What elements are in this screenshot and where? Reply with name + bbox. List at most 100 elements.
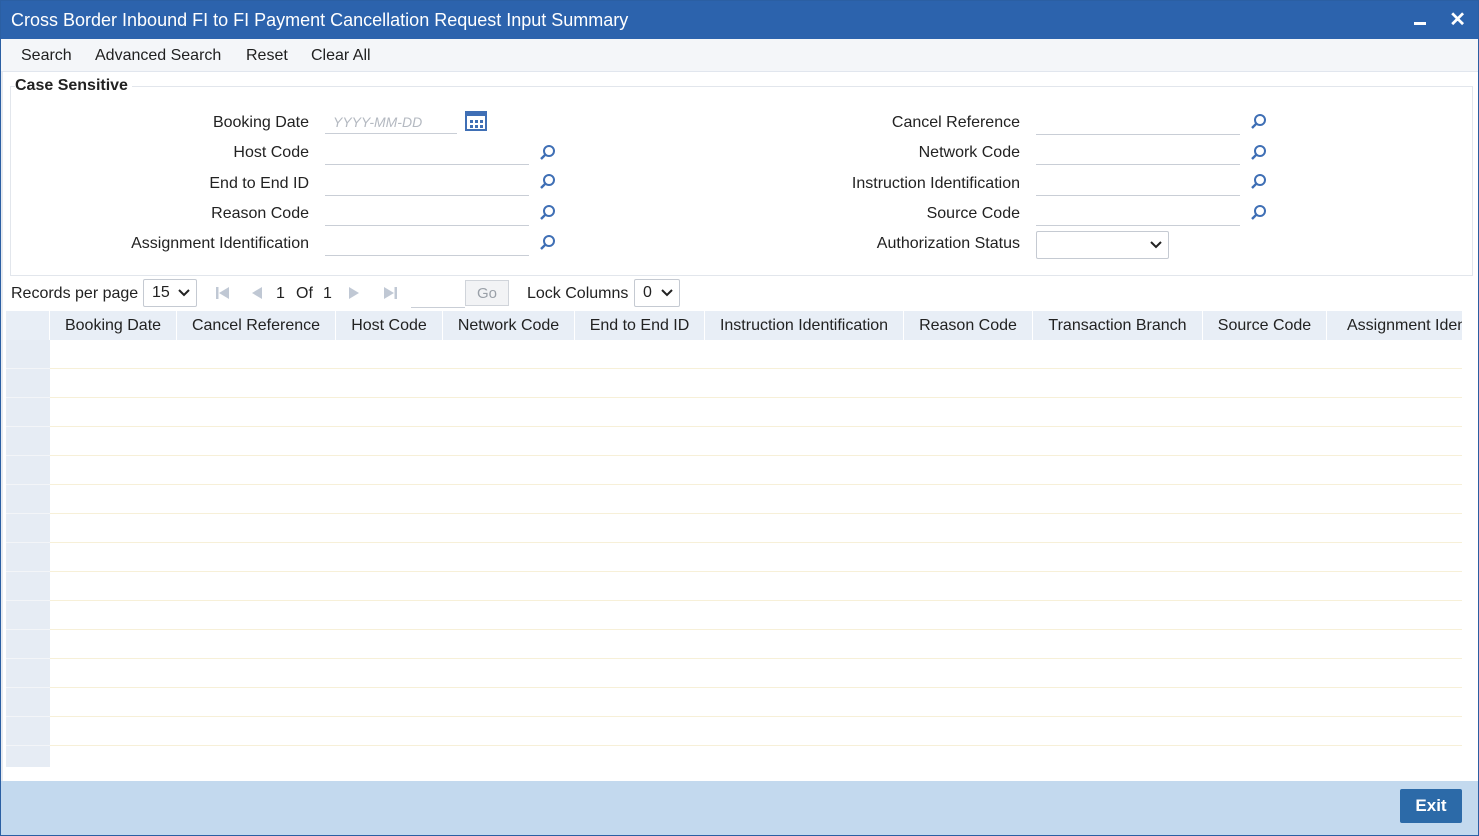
lock-columns-select[interactable]: 0 xyxy=(634,279,680,307)
chevron-down-icon xyxy=(1150,241,1162,249)
column-header-end-to-end-id[interactable]: End to End ID xyxy=(575,311,705,340)
table-row[interactable] xyxy=(50,456,1462,485)
row-select-cell[interactable] xyxy=(6,543,50,572)
table-row[interactable] xyxy=(50,630,1462,659)
end-to-end-id-search-icon[interactable] xyxy=(539,173,557,191)
assignment-identification-search-icon[interactable] xyxy=(539,234,557,252)
instruction-identification-label: Instruction Identification xyxy=(851,175,1020,192)
column-header-cancel-reference[interactable]: Cancel Reference xyxy=(177,311,336,340)
cancel-reference-search-icon[interactable] xyxy=(1250,113,1268,131)
reason-code-input[interactable] xyxy=(325,202,529,226)
page-number-input[interactable] xyxy=(411,281,465,308)
booking-date-input[interactable] xyxy=(325,110,457,134)
assignment-identification-label: Assignment Identification xyxy=(131,235,309,252)
cancel-reference-input[interactable] xyxy=(1036,111,1240,135)
summary-window: Cross Border Inbound FI to FI Payment Ca… xyxy=(0,0,1479,836)
go-button[interactable]: Go xyxy=(465,280,509,306)
row-select-cell[interactable] xyxy=(6,427,50,456)
case-sensitive-legend: Case Sensitive xyxy=(15,77,132,95)
vertical-scrollbar[interactable] xyxy=(1462,311,1476,767)
close-icon: ✕ xyxy=(1449,9,1466,31)
first-page-icon[interactable] xyxy=(215,285,231,301)
authorization-status-select[interactable] xyxy=(1036,231,1169,259)
column-header-instruction-identification[interactable]: Instruction Identification xyxy=(705,311,904,340)
column-header-booking-date[interactable]: Booking Date xyxy=(50,311,177,340)
host-code-search-icon[interactable] xyxy=(539,144,557,162)
reason-code-search-icon[interactable] xyxy=(539,204,557,222)
source-code-input[interactable] xyxy=(1036,202,1240,226)
next-page-icon[interactable] xyxy=(346,285,362,301)
network-code-search-icon[interactable] xyxy=(1250,144,1268,162)
column-header-network-code[interactable]: Network Code xyxy=(443,311,575,340)
column-header-reason-code[interactable]: Reason Code xyxy=(904,311,1033,340)
row-select-cell[interactable] xyxy=(6,659,50,688)
row-select-cell[interactable] xyxy=(6,514,50,543)
table-row[interactable] xyxy=(50,572,1462,601)
minimize-button[interactable] xyxy=(1414,7,1426,33)
network-code-input[interactable] xyxy=(1036,141,1240,165)
row-select-cell[interactable] xyxy=(6,485,50,514)
table-row[interactable] xyxy=(50,514,1462,543)
exit-button[interactable]: Exit xyxy=(1400,789,1462,823)
previous-page-icon[interactable] xyxy=(249,285,265,301)
source-code-label: Source Code xyxy=(926,205,1020,222)
lock-columns-value: 0 xyxy=(643,284,652,301)
row-select-cell[interactable] xyxy=(6,456,50,485)
row-select-cell[interactable] xyxy=(6,369,50,398)
table-row[interactable] xyxy=(50,543,1462,572)
title-bar: Cross Border Inbound FI to FI Payment Ca… xyxy=(1,1,1478,39)
minimize-icon xyxy=(1414,22,1426,26)
left-edge xyxy=(1,39,3,781)
reason-code-label: Reason Code xyxy=(211,205,309,222)
grid-header: Booking Date Cancel Reference Host Code … xyxy=(6,311,1462,340)
row-select-cell[interactable] xyxy=(6,572,50,601)
total-pages: 1 xyxy=(323,285,332,302)
search-button[interactable]: Search xyxy=(21,47,72,65)
close-button[interactable]: ✕ xyxy=(1449,7,1466,33)
instruction-identification-search-icon[interactable] xyxy=(1250,173,1268,191)
row-select-cell[interactable] xyxy=(6,688,50,717)
select-all-header[interactable] xyxy=(6,311,50,340)
row-select-cell[interactable] xyxy=(6,340,50,369)
clear-all-button[interactable]: Clear All xyxy=(311,47,371,65)
calendar-icon[interactable] xyxy=(465,111,487,131)
row-select-cell[interactable] xyxy=(6,746,50,767)
table-row[interactable] xyxy=(50,369,1462,398)
window-title: Cross Border Inbound FI to FI Payment Ca… xyxy=(11,10,629,30)
table-row[interactable] xyxy=(50,601,1462,630)
chevron-down-icon xyxy=(661,289,673,297)
records-per-page-select[interactable]: 15 xyxy=(143,279,197,307)
row-select-cell[interactable] xyxy=(6,398,50,427)
booking-date-label: Booking Date xyxy=(212,114,309,131)
last-page-icon[interactable] xyxy=(382,285,398,301)
end-to-end-id-label: End to End ID xyxy=(209,175,309,192)
instruction-identification-input[interactable] xyxy=(1036,172,1240,196)
row-select-cell[interactable] xyxy=(6,630,50,659)
table-row[interactable] xyxy=(50,717,1462,746)
records-per-page-label: Records per page xyxy=(11,285,139,302)
advanced-search-button[interactable]: Advanced Search xyxy=(95,47,221,65)
authorization-status-label: Authorization Status xyxy=(876,235,1020,252)
column-header-source-code[interactable]: Source Code xyxy=(1203,311,1327,340)
source-code-search-icon[interactable] xyxy=(1250,204,1268,222)
current-page: 1 xyxy=(276,285,285,302)
table-row[interactable] xyxy=(50,688,1462,717)
row-select-cell[interactable] xyxy=(6,717,50,746)
column-header-transaction-branch[interactable]: Transaction Branch xyxy=(1033,311,1203,340)
host-code-input[interactable] xyxy=(325,141,529,165)
column-header-assignment-identification[interactable]: Assignment Identification xyxy=(1327,311,1462,340)
table-row[interactable] xyxy=(50,398,1462,427)
host-code-label: Host Code xyxy=(233,144,309,161)
table-row[interactable] xyxy=(50,340,1462,369)
table-row[interactable] xyxy=(50,746,1462,767)
table-row[interactable] xyxy=(50,659,1462,688)
table-row[interactable] xyxy=(50,485,1462,514)
records-per-page-value: 15 xyxy=(152,284,170,301)
end-to-end-id-input[interactable] xyxy=(325,172,529,196)
cancel-reference-label: Cancel Reference xyxy=(891,114,1020,131)
reset-button[interactable]: Reset xyxy=(246,47,288,65)
assignment-identification-input[interactable] xyxy=(325,232,529,256)
column-header-host-code[interactable]: Host Code xyxy=(336,311,443,340)
table-row[interactable] xyxy=(50,427,1462,456)
row-select-cell[interactable] xyxy=(6,601,50,630)
